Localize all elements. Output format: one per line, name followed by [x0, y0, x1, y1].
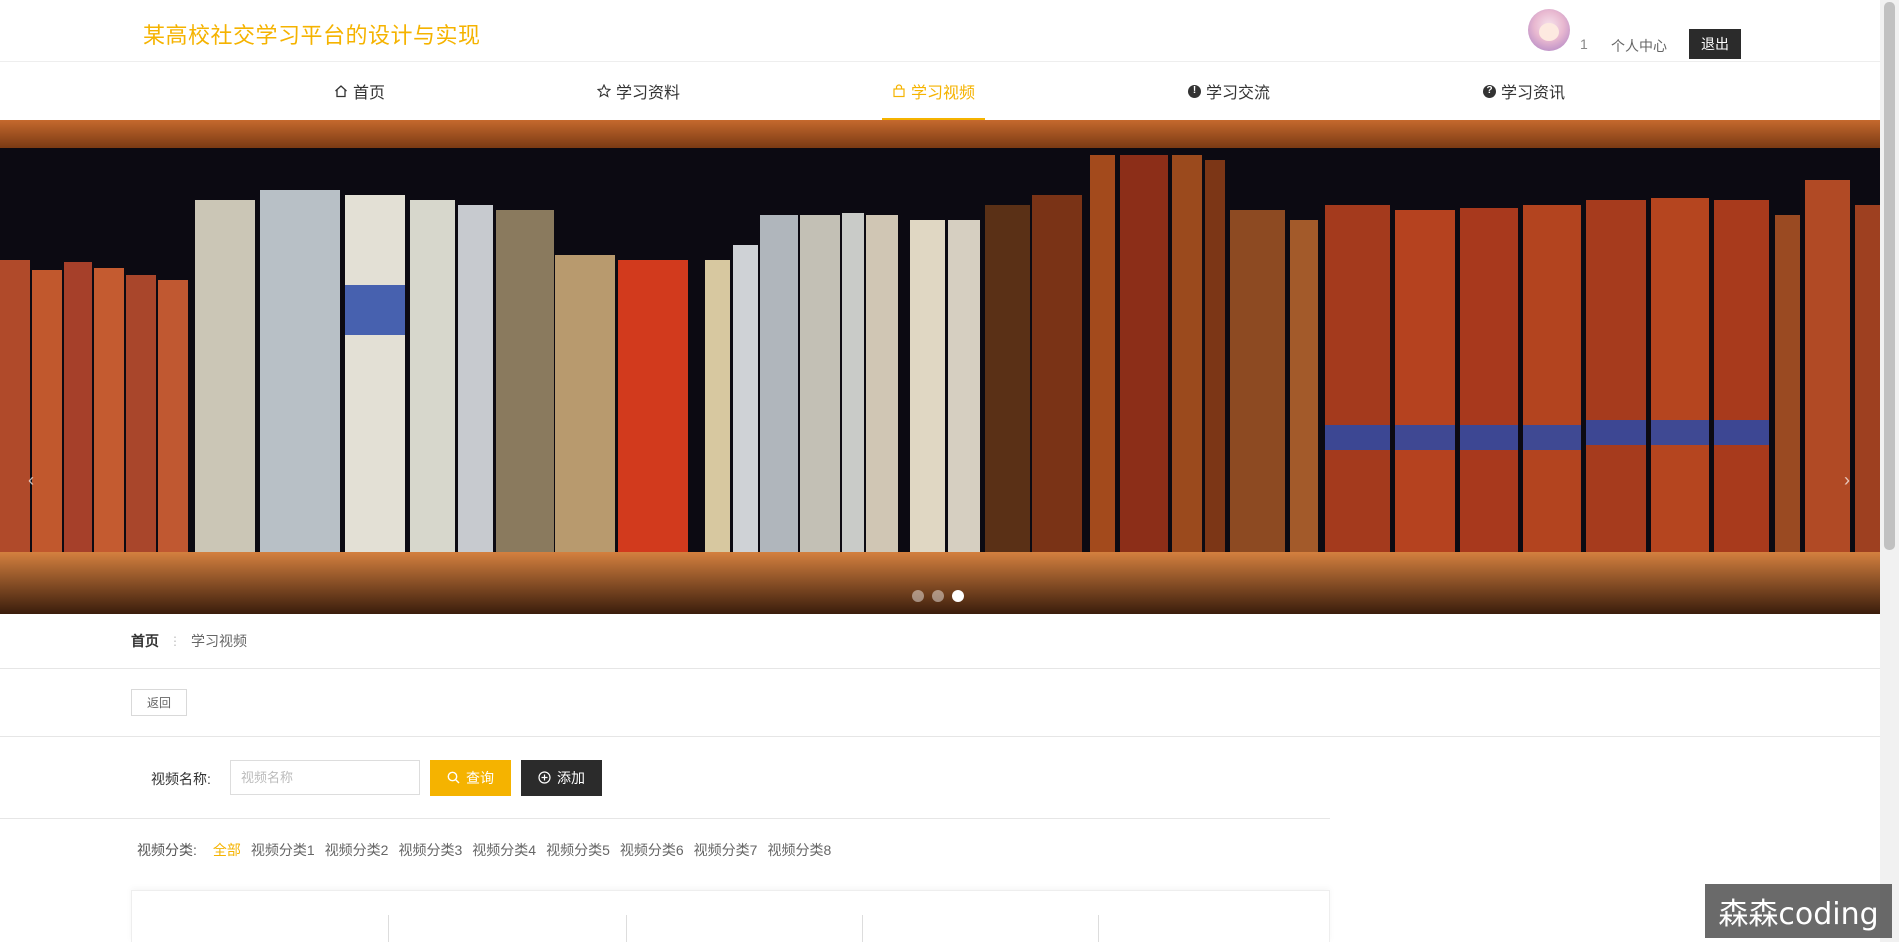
star-icon [597, 84, 611, 98]
carousel-indicators [912, 590, 964, 602]
plus-circle-icon [538, 770, 551, 786]
search-icon [447, 771, 460, 786]
header: 某高校社交学习平台的设计与实现 1 个人中心 退出 [0, 0, 1880, 62]
add-button-label: 添加 [557, 770, 585, 786]
category-item[interactable]: 视频分类8 [767, 840, 831, 860]
page-scrollbar[interactable] [1880, 0, 1899, 942]
alert-circle-icon: ! [1188, 84, 1201, 98]
carousel-dot-active[interactable] [952, 590, 964, 602]
nav-item-study-exchange[interactable]: ! 学习交流 [1188, 62, 1270, 120]
divider [0, 818, 1330, 819]
watermark: 森森coding [1705, 884, 1892, 938]
carousel-next-arrow[interactable]: › [1844, 470, 1850, 491]
question-circle-icon: ? [1483, 84, 1496, 98]
username: 1 [1580, 36, 1588, 52]
logout-button[interactable]: 退出 [1689, 29, 1741, 59]
category-item[interactable]: 视频分类6 [620, 840, 684, 860]
nav-item-label: 学习资料 [616, 85, 681, 102]
breadcrumb-separator: ⋮ [169, 634, 181, 648]
category-item-all[interactable]: 全部 [213, 840, 241, 860]
bookshelf-image [0, 120, 1880, 614]
breadcrumb-current: 学习视频 [191, 633, 247, 649]
home-icon [334, 84, 348, 98]
video-name-input[interactable] [230, 760, 420, 795]
category-item[interactable]: 视频分类1 [251, 840, 315, 860]
carousel-dot[interactable] [912, 590, 924, 602]
breadcrumb-home[interactable]: 首页 [131, 631, 159, 651]
category-item[interactable]: 视频分类7 [694, 840, 758, 860]
search-label: 视频名称: [151, 771, 211, 787]
card-divider [388, 915, 389, 942]
nav-item-home[interactable]: 首页 [334, 62, 385, 120]
nav-item-label: 学习交流 [1206, 85, 1271, 102]
category-label: 视频分类: [137, 842, 197, 858]
nav-item-label: 学习视频 [911, 85, 976, 102]
card-divider [862, 915, 863, 942]
breadcrumb: 首页 ⋮ 学习视频 [131, 631, 247, 651]
query-button[interactable]: 查询 [430, 760, 511, 796]
user-center-link[interactable]: 个人中心 [1611, 36, 1667, 56]
add-button[interactable]: 添加 [521, 760, 602, 796]
bag-icon [892, 84, 906, 98]
back-button[interactable]: 返回 [131, 689, 187, 716]
divider [0, 668, 1880, 669]
video-card-list [131, 890, 1330, 942]
carousel-prev-arrow[interactable]: ‹ [28, 470, 34, 491]
card-divider [626, 915, 627, 942]
nav-item-study-videos[interactable]: 学习视频 [881, 62, 986, 120]
nav-item-study-materials[interactable]: 学习资料 [597, 62, 680, 120]
divider [0, 736, 1880, 737]
nav-item-label: 首页 [353, 85, 386, 102]
card-divider [1098, 915, 1099, 942]
scrollbar-thumb[interactable] [1884, 2, 1895, 550]
main-nav: 首页 学习资料 学习视频 ! 学习交流 ? 学习资讯 [0, 62, 1880, 120]
category-item[interactable]: 视频分类5 [546, 840, 610, 860]
nav-item-label: 学习资讯 [1501, 85, 1566, 102]
category-item[interactable]: 视频分类4 [472, 840, 536, 860]
category-filter: 视频分类: 全部 视频分类1 视频分类2 视频分类3 视频分类4 视频分类5 视… [137, 840, 841, 860]
category-item[interactable]: 视频分类2 [325, 840, 389, 860]
query-button-label: 查询 [466, 770, 494, 786]
banner-carousel[interactable]: ‹ › [0, 120, 1880, 614]
category-item[interactable]: 视频分类3 [398, 840, 462, 860]
avatar[interactable] [1528, 9, 1570, 51]
site-title: 某高校社交学习平台的设计与实现 [143, 23, 481, 48]
nav-item-study-news[interactable]: ? 学习资讯 [1483, 62, 1565, 120]
carousel-dot[interactable] [932, 590, 944, 602]
